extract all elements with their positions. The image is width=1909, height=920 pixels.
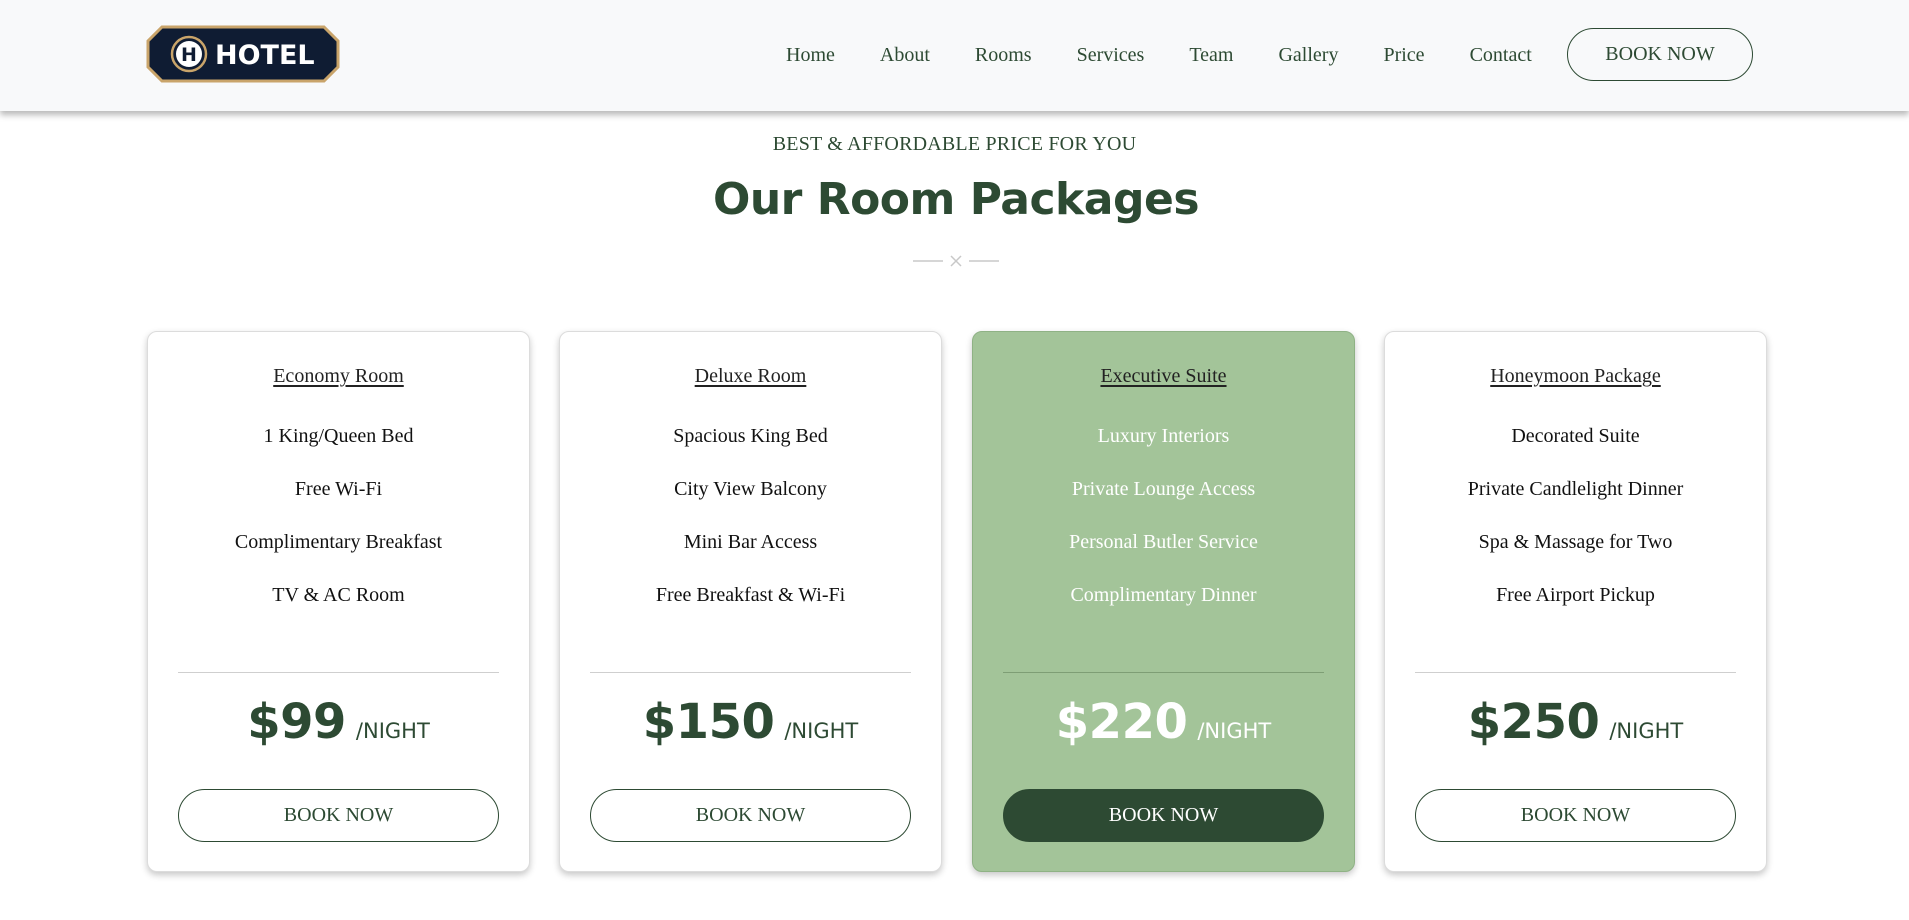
package-card-economy: Economy Room 1 King/Queen Bed Free Wi-Fi… bbox=[147, 331, 530, 872]
price-amount: $250 bbox=[1467, 694, 1600, 750]
feature-list: Luxury Interiors Private Lounge Access P… bbox=[973, 424, 1354, 636]
section-title: Our Room Packages bbox=[712, 174, 1200, 225]
package-card-deluxe: Deluxe Room Spacious King Bed City View … bbox=[559, 331, 942, 872]
header-book-now-button[interactable]: BOOK NOW bbox=[1567, 28, 1753, 81]
package-name[interactable]: Honeymoon Package bbox=[1385, 365, 1766, 388]
price-amount: $150 bbox=[642, 694, 775, 750]
price-row: $99 /NIGHT bbox=[148, 694, 529, 750]
feature-item: Private Candlelight Dinner bbox=[1467, 478, 1684, 500]
logo-text: HOTEL bbox=[215, 40, 315, 71]
package-card-executive: Executive Suite Luxury Interiors Private… bbox=[972, 331, 1355, 872]
feature-item: Luxury Interiors bbox=[1097, 425, 1230, 447]
card-divider bbox=[590, 672, 911, 673]
nav-contact[interactable]: Contact bbox=[1470, 44, 1532, 67]
site-header: H HOTEL Home About Rooms Services Team G… bbox=[0, 0, 1909, 111]
price-row: $220 /NIGHT bbox=[973, 694, 1354, 750]
card-divider bbox=[1415, 672, 1736, 673]
feature-item: Complimentary Breakfast bbox=[234, 531, 443, 553]
nav-price[interactable]: Price bbox=[1383, 44, 1424, 67]
hotel-logo[interactable]: H HOTEL bbox=[146, 25, 340, 83]
nav-team[interactable]: Team bbox=[1189, 44, 1233, 67]
package-card-honeymoon: Honeymoon Package Decorated Suite Privat… bbox=[1384, 331, 1767, 872]
card-divider bbox=[178, 672, 499, 673]
feature-item: Complimentary Dinner bbox=[1070, 584, 1257, 606]
title-divider bbox=[912, 252, 1000, 270]
logo-letter: H bbox=[181, 44, 197, 66]
book-now-button[interactable]: BOOK NOW bbox=[178, 789, 499, 842]
feature-item: Free Breakfast & Wi-Fi bbox=[655, 584, 846, 606]
main-nav: Home About Rooms Services Team Gallery P… bbox=[786, 40, 1532, 70]
divider-x-icon bbox=[913, 255, 999, 267]
price-amount: $220 bbox=[1055, 694, 1188, 750]
price-row: $150 /NIGHT bbox=[560, 694, 941, 750]
feature-item: Decorated Suite bbox=[1511, 425, 1640, 447]
logo-badge-icon: H HOTEL bbox=[146, 25, 340, 83]
feature-item: Free Wi-Fi bbox=[294, 478, 383, 500]
feature-item: Spacious King Bed bbox=[673, 425, 828, 447]
feature-item: Free Airport Pickup bbox=[1496, 584, 1655, 606]
price-unit: /NIGHT bbox=[784, 719, 859, 743]
feature-item: Private Lounge Access bbox=[1071, 478, 1256, 500]
feature-item: TV & AC Room bbox=[272, 584, 405, 606]
feature-item: 1 King/Queen Bed bbox=[263, 425, 414, 447]
feature-list: Spacious King Bed City View Balcony Mini… bbox=[560, 424, 941, 636]
section-subtitle: BEST & AFFORDABLE PRICE FOR YOU bbox=[772, 133, 1137, 155]
feature-list: 1 King/Queen Bed Free Wi-Fi Complimentar… bbox=[148, 424, 529, 636]
price-unit: /NIGHT bbox=[1609, 719, 1684, 743]
package-name[interactable]: Economy Room bbox=[148, 365, 529, 388]
feature-item: City View Balcony bbox=[674, 478, 827, 500]
book-now-button[interactable]: BOOK NOW bbox=[590, 789, 911, 842]
price-row: $250 /NIGHT bbox=[1385, 694, 1766, 750]
price-unit: /NIGHT bbox=[355, 719, 430, 743]
nav-about[interactable]: About bbox=[880, 44, 930, 67]
book-now-button[interactable]: BOOK NOW bbox=[1003, 789, 1324, 842]
feature-item: Mini Bar Access bbox=[683, 531, 818, 553]
feature-item: Spa & Massage for Two bbox=[1478, 531, 1673, 553]
book-now-button[interactable]: BOOK NOW bbox=[1415, 789, 1736, 842]
nav-gallery[interactable]: Gallery bbox=[1278, 44, 1338, 67]
nav-services[interactable]: Services bbox=[1077, 44, 1145, 67]
package-name[interactable]: Deluxe Room bbox=[560, 365, 941, 388]
feature-item: Personal Butler Service bbox=[1069, 531, 1258, 553]
nav-home[interactable]: Home bbox=[786, 44, 835, 67]
package-name[interactable]: Executive Suite bbox=[973, 365, 1354, 388]
feature-list: Decorated Suite Private Candlelight Dinn… bbox=[1385, 424, 1766, 636]
price-unit: /NIGHT bbox=[1197, 719, 1272, 743]
card-divider bbox=[1003, 672, 1324, 673]
nav-rooms[interactable]: Rooms bbox=[975, 44, 1032, 67]
price-amount: $99 bbox=[247, 694, 346, 750]
